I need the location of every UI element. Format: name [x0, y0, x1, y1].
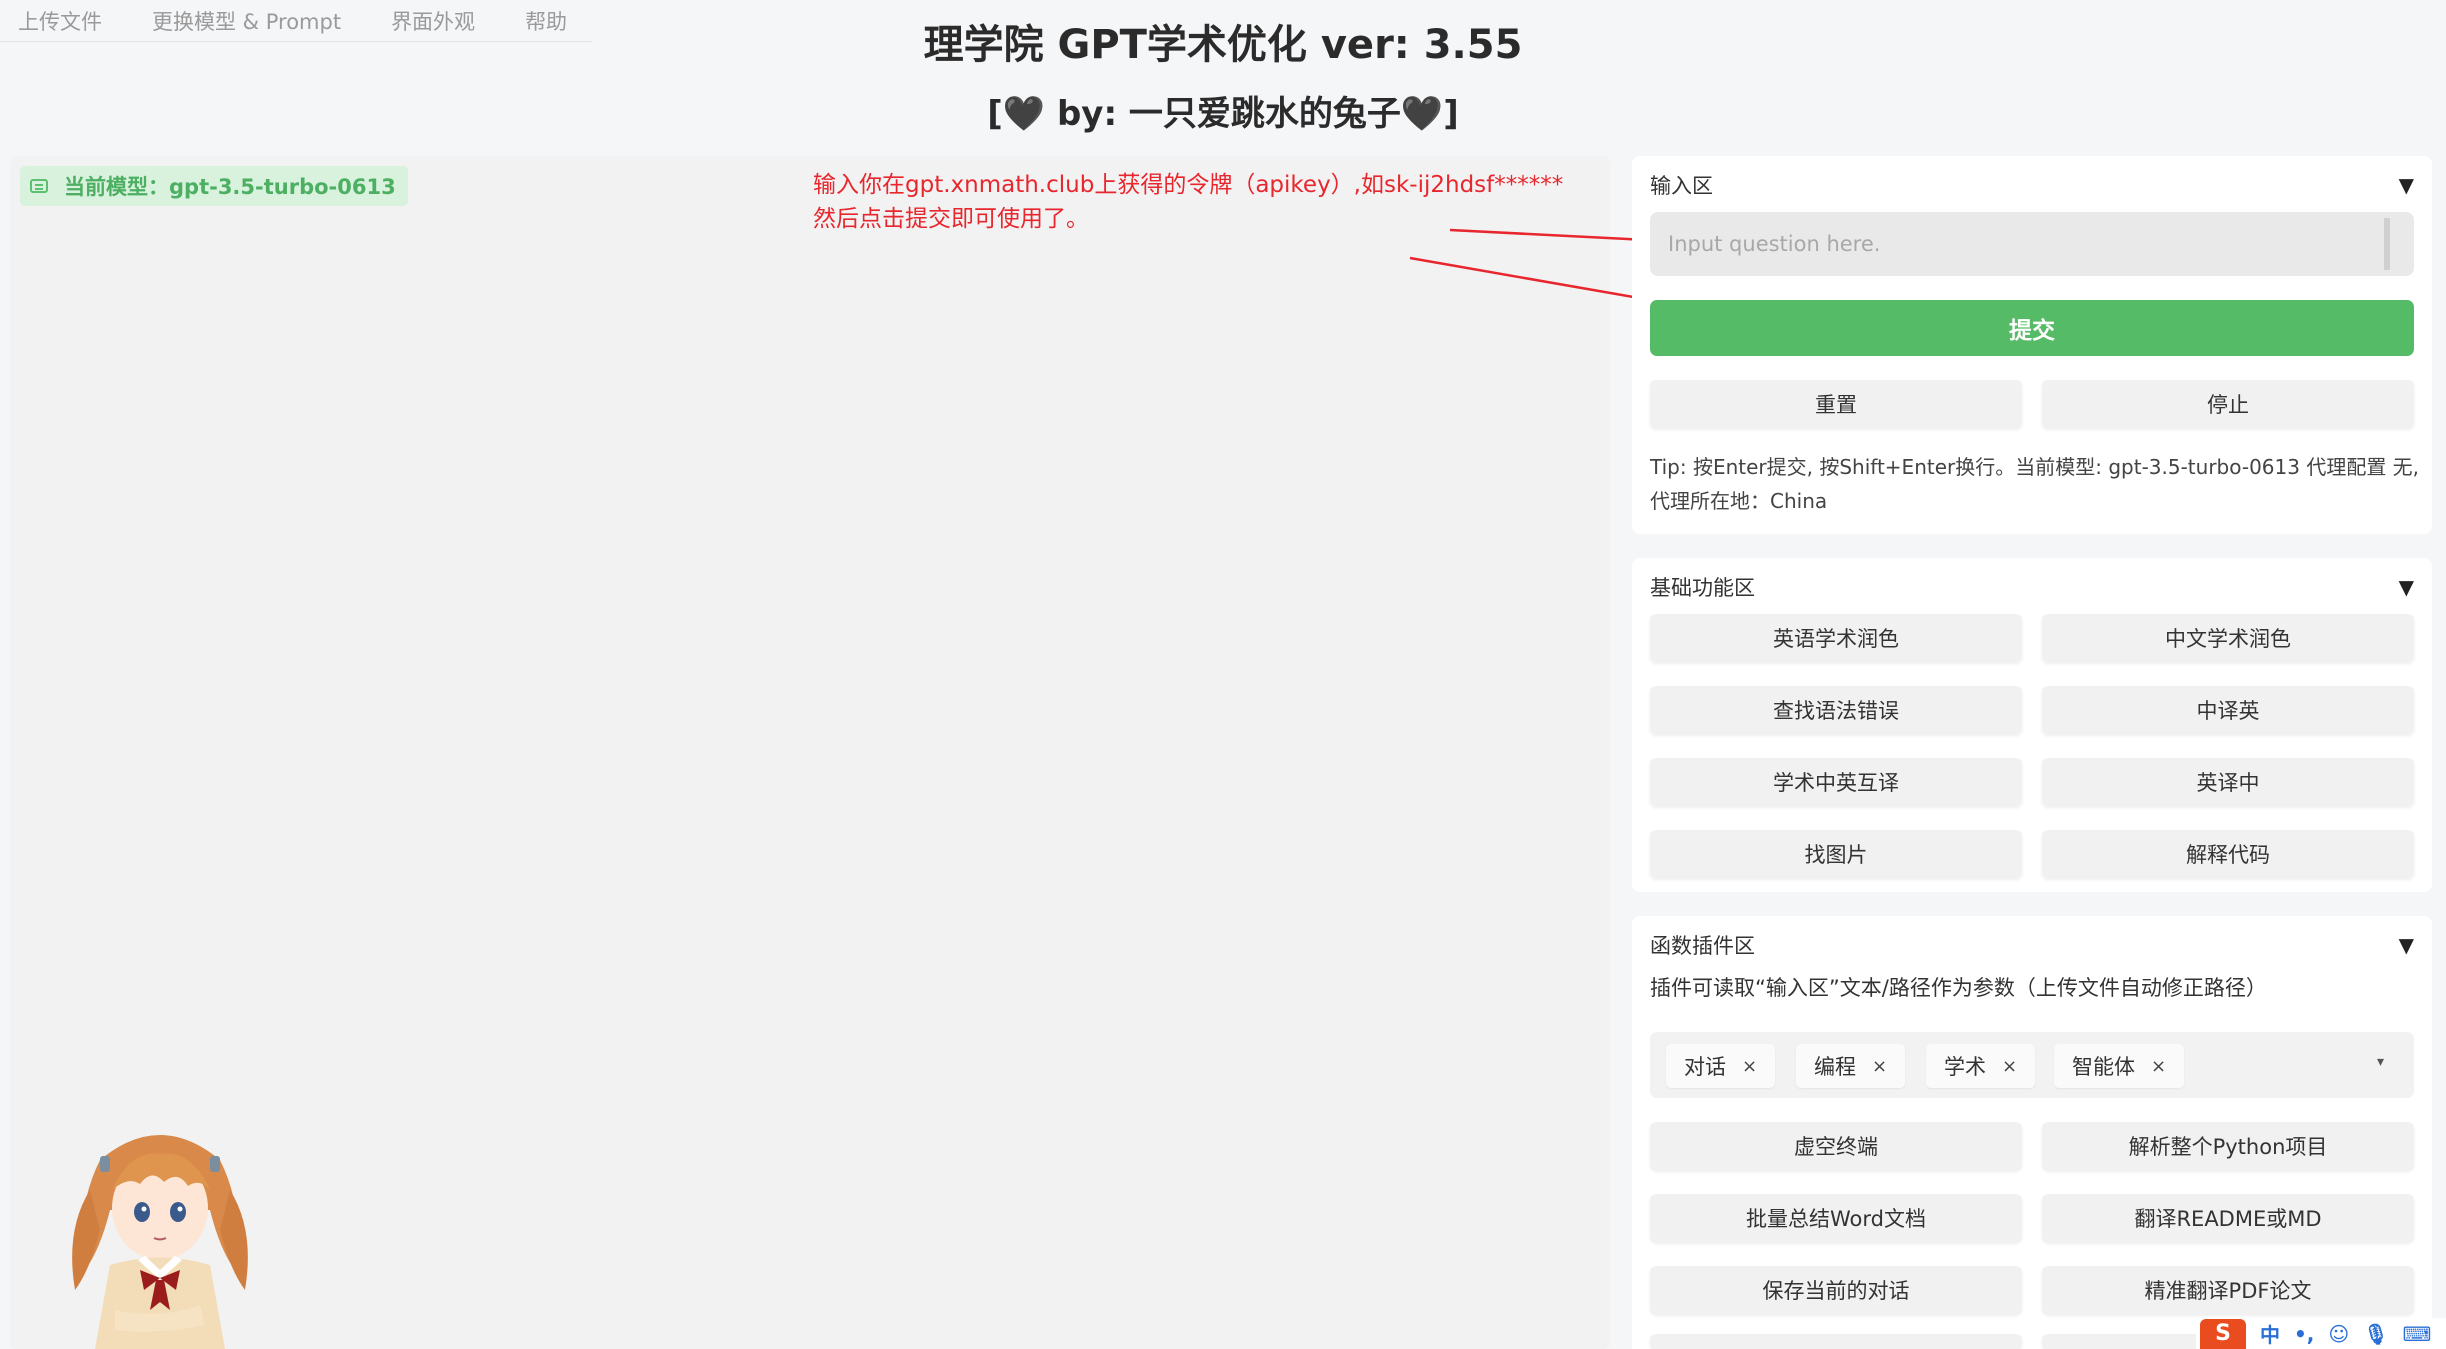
basic-functions-section: 基础功能区 ▼ 英语学术润色 中文学术润色 查找语法错误 中译英 学术中英互译 …: [1632, 558, 2432, 892]
input-scrollbar[interactable]: [2384, 218, 2390, 270]
punctuation-icon[interactable]: •,: [2294, 1322, 2314, 1346]
tag-chat: 对话 ×: [1666, 1044, 1776, 1088]
tag-label: 智能体: [2072, 1055, 2135, 1079]
find-image-button[interactable]: 找图片: [1650, 830, 2022, 878]
ime-mode-indicator[interactable]: 中: [2260, 1319, 2280, 1348]
english-polish-button[interactable]: 英语学术润色: [1650, 614, 2022, 662]
collapse-triangle-icon[interactable]: ▼: [2399, 173, 2414, 197]
academic-translate-button[interactable]: 学术中英互译: [1650, 758, 2022, 806]
stop-button[interactable]: 停止: [2042, 380, 2414, 428]
parse-python-project-button[interactable]: 解析整个Python项目: [2042, 1122, 2414, 1170]
tag-programming: 编程 ×: [1796, 1044, 1906, 1088]
plugin-section: 函数插件区 ▼ 插件可读取“输入区”文本/路径作为参数（上传文件自动修正路径） …: [1632, 916, 2432, 1349]
keyboard-icon[interactable]: ⌨: [2403, 1322, 2432, 1346]
remove-tag-icon[interactable]: ×: [2002, 1056, 2017, 1077]
input-section: 输入区 ▼ 提交 重置 停止 Tip: 按Enter提交, 按Shift+Ent…: [1632, 156, 2432, 534]
collapse-triangle-icon[interactable]: ▼: [2399, 575, 2414, 599]
tag-label: 对话: [1684, 1055, 1726, 1079]
basic-section-header[interactable]: 基础功能区 ▼: [1650, 572, 2414, 602]
tag-label: 编程: [1814, 1055, 1856, 1079]
zh-to-en-button[interactable]: 中译英: [2042, 686, 2414, 734]
partial-button[interactable]: [1650, 1334, 2022, 1349]
remove-tag-icon[interactable]: ×: [1872, 1056, 1887, 1077]
reset-button[interactable]: 重置: [1650, 380, 2022, 428]
dropdown-caret-icon[interactable]: ▾: [2377, 1054, 2384, 1070]
translate-readme-button[interactable]: 翻译README或MD: [2042, 1194, 2414, 1242]
tip-text: Tip: 按Enter提交, 按Shift+Enter换行。当前模型: gpt-…: [1650, 455, 2420, 513]
input-section-title: 输入区: [1650, 174, 1713, 198]
ime-toolbar[interactable]: S 中 •, ☺ 🎙 ⌨: [2196, 1318, 2446, 1349]
explain-code-button[interactable]: 解释代码: [2042, 830, 2414, 878]
basic-section-title: 基础功能区: [1650, 576, 1755, 600]
collapse-triangle-icon[interactable]: ▼: [2399, 933, 2414, 957]
plugin-section-header[interactable]: 函数插件区 ▼: [1650, 930, 2414, 960]
question-input[interactable]: [1650, 212, 2414, 276]
input-section-header[interactable]: 输入区 ▼: [1650, 170, 2414, 200]
tag-academic: 学术 ×: [1926, 1044, 2036, 1088]
plugin-description: 插件可读取“输入区”文本/路径作为参数（上传文件自动修正路径）: [1650, 976, 2267, 1000]
submit-button[interactable]: 提交: [1650, 300, 2414, 356]
tag-label: 学术: [1944, 1055, 1986, 1079]
save-conversation-button[interactable]: 保存当前的对话: [1650, 1266, 2022, 1314]
translate-pdf-button[interactable]: 精准翻译PDF论文: [2042, 1266, 2414, 1314]
plugin-section-title: 函数插件区: [1650, 934, 1755, 958]
void-terminal-button[interactable]: 虚空终端: [1650, 1122, 2022, 1170]
microphone-icon[interactable]: 🎙: [2363, 1322, 2388, 1346]
summarize-word-button[interactable]: 批量总结Word文档: [1650, 1194, 2022, 1242]
remove-tag-icon[interactable]: ×: [2151, 1056, 2166, 1077]
emoji-icon[interactable]: ☺: [2328, 1322, 2349, 1346]
tag-agent: 智能体 ×: [2054, 1044, 2185, 1088]
sogou-logo-icon[interactable]: S: [2200, 1318, 2246, 1349]
en-to-zh-button[interactable]: 英译中: [2042, 758, 2414, 806]
remove-tag-icon[interactable]: ×: [1742, 1056, 1757, 1077]
chinese-polish-button[interactable]: 中文学术润色: [2042, 614, 2414, 662]
grammar-check-button[interactable]: 查找语法错误: [1650, 686, 2022, 734]
plugin-tag-selector[interactable]: 对话 × 编程 × 学术 × 智能体 × ▾: [1650, 1032, 2414, 1098]
